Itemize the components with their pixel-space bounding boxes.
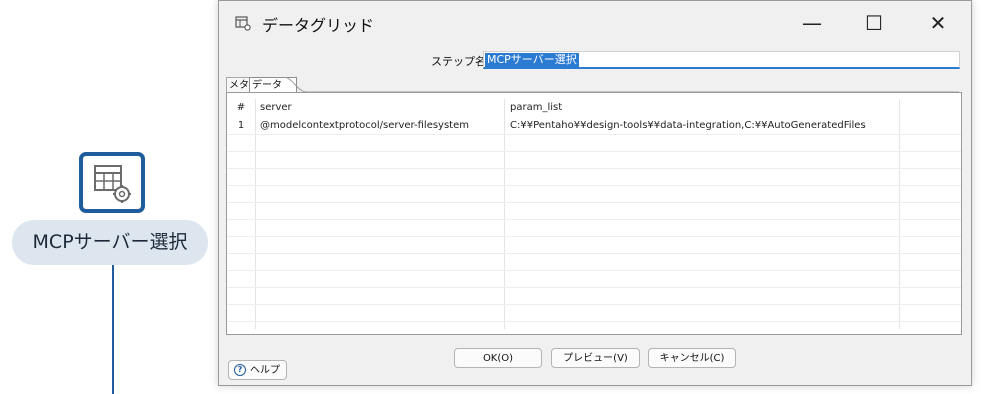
datagrid-gear-icon xyxy=(94,165,131,203)
grid-row-line xyxy=(227,236,961,237)
step-name-label[interactable]: MCPサーバー選択 xyxy=(12,220,208,265)
datagrid-dialog: データグリッド — ☐ ✕ ステップ名 MCPサーバー選択 メタ データ # s… xyxy=(218,0,972,386)
cell-server[interactable]: @modelcontextprotocol/server-filesystem xyxy=(260,117,500,134)
step-name-field-label: ステップ名 xyxy=(431,55,486,68)
column-header-server[interactable]: server xyxy=(260,99,500,116)
dialog-titlebar[interactable]: データグリッド — ☐ ✕ xyxy=(219,1,971,45)
grid-row-line xyxy=(227,253,961,254)
grid-row-line xyxy=(227,321,961,322)
datagrid-step-icon[interactable] xyxy=(79,152,145,213)
cancel-button[interactable]: キャンセル(C) xyxy=(648,348,736,368)
tab-strip-line xyxy=(283,77,959,93)
row-number: 1 xyxy=(237,120,245,131)
grid-header-row: # server param_list xyxy=(227,99,961,116)
step-name-input[interactable]: MCPサーバー選択 xyxy=(483,51,960,69)
column-header-param-list[interactable]: param_list xyxy=(510,99,900,116)
step-name-value: MCPサーバー選択 xyxy=(485,53,579,67)
grid-row-line xyxy=(227,270,961,271)
help-button[interactable]: ? ヘルプ xyxy=(228,360,287,380)
grid-row-line xyxy=(227,219,961,220)
grid-row-line xyxy=(227,202,961,203)
help-circle-icon: ? xyxy=(234,364,246,376)
datagrid-icon xyxy=(235,15,251,35)
maximize-button[interactable]: ☐ xyxy=(843,1,905,45)
hop-connector xyxy=(112,265,114,394)
help-button-label: ヘルプ xyxy=(250,365,280,376)
minimize-button[interactable]: — xyxy=(781,1,843,45)
dialog-title: データグリッド xyxy=(262,16,375,35)
close-button[interactable]: ✕ xyxy=(907,1,969,45)
grid-row-line xyxy=(227,168,961,169)
grid-row-line xyxy=(227,185,961,186)
column-header-num[interactable]: # xyxy=(227,99,255,116)
data-grid: # server param_list 1 @modelcontextproto… xyxy=(226,92,962,335)
ok-button[interactable]: OK(O) xyxy=(454,348,542,368)
grid-row-line xyxy=(227,304,961,305)
grid-row-line xyxy=(227,134,961,135)
grid-row-line xyxy=(227,151,961,152)
preview-button[interactable]: プレビュー(V) xyxy=(551,348,640,368)
grid-row-line xyxy=(227,287,961,288)
table-row[interactable]: 1 @modelcontextprotocol/server-filesyste… xyxy=(227,117,961,134)
cell-param-list[interactable]: C:¥¥Pentaho¥¥design-tools¥¥data-integrat… xyxy=(510,117,900,134)
